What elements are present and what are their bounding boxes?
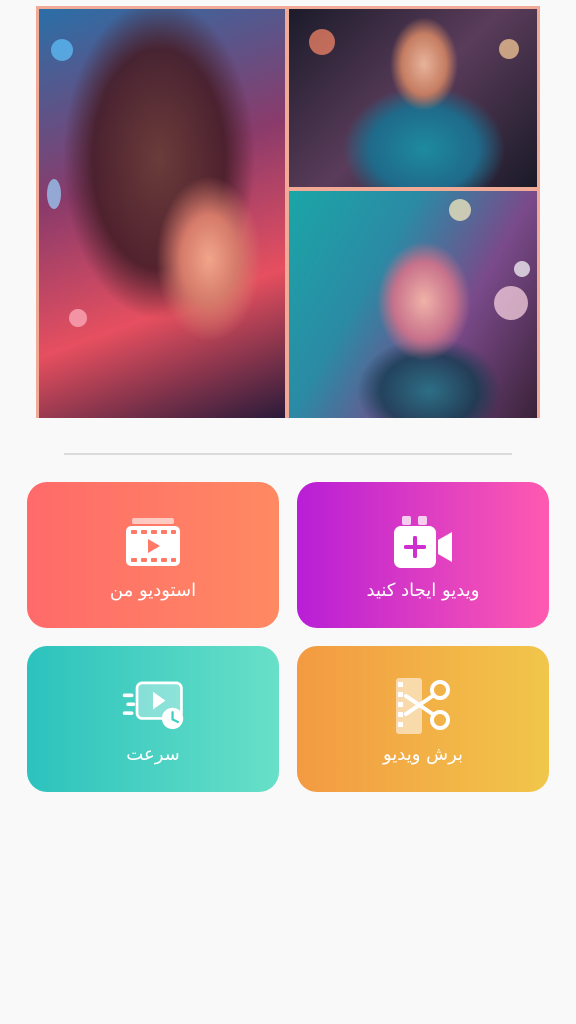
create-video-button[interactable]: ویدیو ایجاد کنید (297, 482, 549, 628)
trim-video-label: برش ویدیو (382, 743, 464, 765)
speed-play-icon (121, 674, 185, 738)
scissors-film-icon (391, 674, 455, 738)
collage-photo-top-right (289, 9, 537, 187)
film-clapper-icon (121, 510, 185, 574)
divider (64, 453, 512, 455)
photo-collage (36, 6, 540, 418)
speed-label: سرعت (126, 743, 180, 765)
trim-video-button[interactable]: برش ویدیو (297, 646, 549, 792)
speed-button[interactable]: سرعت (27, 646, 279, 792)
create-video-label: ویدیو ایجاد کنید (366, 579, 480, 601)
collage-photo-bottom-right (289, 191, 537, 418)
collage-photo-left (39, 9, 285, 418)
video-plus-icon (391, 510, 455, 574)
my-studio-label: استودیو من (109, 579, 197, 601)
my-studio-button[interactable]: استودیو من (27, 482, 279, 628)
